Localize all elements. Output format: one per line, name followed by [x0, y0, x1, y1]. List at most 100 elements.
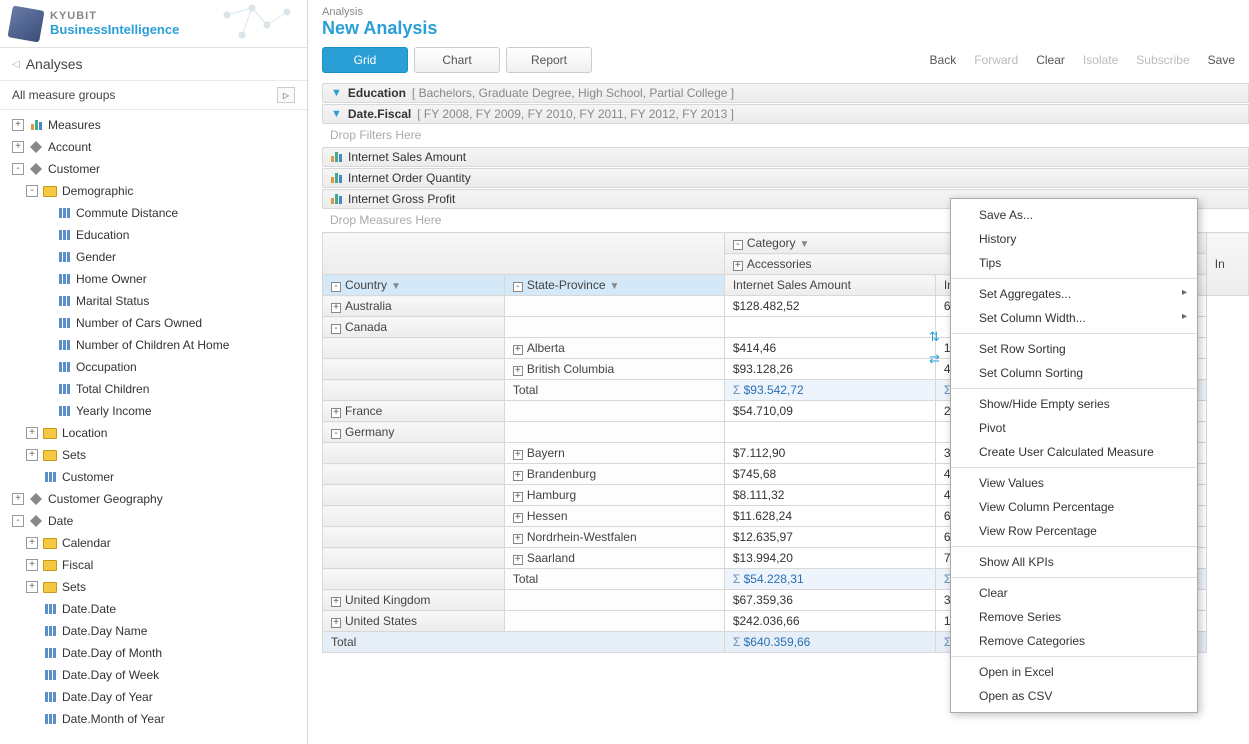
state-cell[interactable]: +Bayern — [504, 443, 724, 464]
menu-item[interactable]: Set Column Sorting — [951, 361, 1197, 385]
menu-item[interactable]: Set Column Width... — [951, 306, 1197, 330]
tree-node[interactable]: -Date — [0, 510, 307, 532]
filter-chip[interactable]: ▼Education[ Bachelors, Graduate Degree, … — [322, 83, 1249, 103]
tree-node[interactable]: Commute Distance — [0, 202, 307, 224]
country-cell[interactable]: +France — [323, 401, 505, 422]
menu-item[interactable]: Tips — [951, 251, 1197, 275]
menu-item[interactable]: Save As... — [951, 203, 1197, 227]
country-cell[interactable]: +Australia — [323, 296, 505, 317]
expander-icon[interactable]: + — [26, 427, 38, 439]
menu-item[interactable]: Open as CSV — [951, 684, 1197, 708]
tab-chart[interactable]: Chart — [414, 47, 500, 73]
expander-icon[interactable]: + — [26, 449, 38, 461]
menu-item[interactable]: Set Aggregates... — [951, 282, 1197, 306]
tree-node[interactable]: -Customer — [0, 158, 307, 180]
tree-node[interactable]: -Demographic — [0, 180, 307, 202]
menu-item[interactable]: Remove Series — [951, 605, 1197, 629]
menu-item[interactable]: Create User Calculated Measure — [951, 440, 1197, 464]
sidebar-title[interactable]: ◁ Analyses — [0, 48, 307, 81]
tree-node[interactable]: Date.Day of Month — [0, 642, 307, 664]
measure-col-header[interactable]: Internet Sales Amount — [724, 275, 935, 296]
filter-chip[interactable]: ▼Date.Fiscal[ FY 2008, FY 2009, FY 2010,… — [322, 104, 1249, 124]
expander-icon[interactable]: + — [26, 559, 38, 571]
menu-item[interactable]: History — [951, 227, 1197, 251]
tree-node[interactable]: Date.Date — [0, 598, 307, 620]
tree-node[interactable]: +Calendar — [0, 532, 307, 554]
country-cell — [323, 527, 505, 548]
menu-item[interactable]: View Column Percentage — [951, 495, 1197, 519]
tree-node[interactable]: + Fiscal — [0, 554, 307, 576]
expander-icon[interactable]: + — [26, 537, 38, 549]
toolbar: GridChartReport BackForwardClearIsolateS… — [308, 47, 1249, 83]
menu-item[interactable]: Clear — [951, 581, 1197, 605]
dropdown-icon[interactable]: ▷ — [277, 87, 295, 103]
tab-report[interactable]: Report — [506, 47, 592, 73]
tree-node[interactable]: Yearly Income — [0, 400, 307, 422]
tree-node[interactable]: +Location — [0, 422, 307, 444]
subtotal-label: Total — [504, 380, 724, 401]
expander-icon[interactable]: - — [12, 515, 24, 527]
tree-node[interactable]: Gender — [0, 246, 307, 268]
state-cell[interactable]: +Brandenburg — [504, 464, 724, 485]
measure-chip[interactable]: Internet Sales Amount — [322, 147, 1249, 167]
menu-item[interactable]: Pivot — [951, 416, 1197, 440]
tree-label: Education — [76, 226, 129, 244]
tree-node[interactable]: Education — [0, 224, 307, 246]
measure-groups-selector[interactable]: All measure groups ▷ — [0, 81, 307, 110]
expander-icon[interactable]: - — [12, 163, 24, 175]
state-cell[interactable]: +Hamburg — [504, 485, 724, 506]
tree-node[interactable]: Number of Children At Home — [0, 334, 307, 356]
state-cell[interactable]: +Alberta — [504, 338, 724, 359]
country-cell — [323, 569, 505, 590]
menu-item[interactable]: View Values — [951, 471, 1197, 495]
filter-name: Date.Fiscal — [348, 107, 411, 121]
tree-node[interactable]: +Customer Geography — [0, 488, 307, 510]
expander-icon[interactable]: + — [12, 119, 24, 131]
tree-node[interactable]: Date.Month of Year — [0, 708, 307, 730]
menu-separator — [951, 467, 1197, 468]
tab-grid[interactable]: Grid — [322, 47, 408, 73]
expander-icon[interactable]: + — [26, 581, 38, 593]
tree-node[interactable]: +Sets — [0, 444, 307, 466]
measure-chip[interactable]: Internet Order Quantity — [322, 168, 1249, 188]
tree-node[interactable]: Total Children — [0, 378, 307, 400]
expander-icon[interactable]: + — [12, 493, 24, 505]
grand-total-label: Total — [323, 632, 725, 653]
tree-label: Fiscal — [62, 556, 93, 574]
country-cell[interactable]: -Canada — [323, 317, 505, 338]
back-button[interactable]: Back — [930, 53, 957, 67]
country-cell[interactable]: +United States — [323, 611, 505, 632]
country-cell[interactable]: -Germany — [323, 422, 505, 443]
country-cell[interactable]: +United Kingdom — [323, 590, 505, 611]
menu-item[interactable]: Remove Categories — [951, 629, 1197, 653]
state-header[interactable]: -State-Province▼ — [504, 275, 724, 296]
tree-node[interactable]: Number of Cars Owned — [0, 312, 307, 334]
tree-node[interactable]: Occupation — [0, 356, 307, 378]
tree-node[interactable]: Customer — [0, 466, 307, 488]
expander-icon[interactable]: + — [12, 141, 24, 153]
expander-icon[interactable]: - — [26, 185, 38, 197]
state-cell[interactable]: +Saarland — [504, 548, 724, 569]
menu-item[interactable]: View Row Percentage — [951, 519, 1197, 543]
tree-node[interactable]: Date.Day Name — [0, 620, 307, 642]
tree-node[interactable]: +Sets — [0, 576, 307, 598]
tree-node[interactable]: Marital Status — [0, 290, 307, 312]
tree-node[interactable]: Date.Day of Year — [0, 686, 307, 708]
menu-item[interactable]: Show All KPIs — [951, 550, 1197, 574]
menu-item[interactable]: Open in Excel — [951, 660, 1197, 684]
clear-button[interactable]: Clear — [1036, 53, 1065, 67]
save-button[interactable]: Save — [1208, 53, 1235, 67]
tree-node[interactable]: Home Owner — [0, 268, 307, 290]
tree-node[interactable]: +Account — [0, 136, 307, 158]
country-header[interactable]: -Country▼ — [323, 275, 505, 296]
tree-node[interactable]: Date.Day of Week — [0, 664, 307, 686]
state-cell[interactable]: +British Columbia — [504, 359, 724, 380]
menu-item[interactable]: Set Row Sorting — [951, 337, 1197, 361]
measure-icon — [331, 194, 342, 204]
state-cell[interactable]: +Nordrhein-Westfalen — [504, 527, 724, 548]
attribute-icon — [56, 382, 72, 396]
tree-node[interactable]: +Measures — [0, 114, 307, 136]
drop-filters-zone[interactable]: Drop Filters Here — [322, 125, 1249, 145]
menu-item[interactable]: Show/Hide Empty series — [951, 392, 1197, 416]
state-cell[interactable]: +Hessen — [504, 506, 724, 527]
